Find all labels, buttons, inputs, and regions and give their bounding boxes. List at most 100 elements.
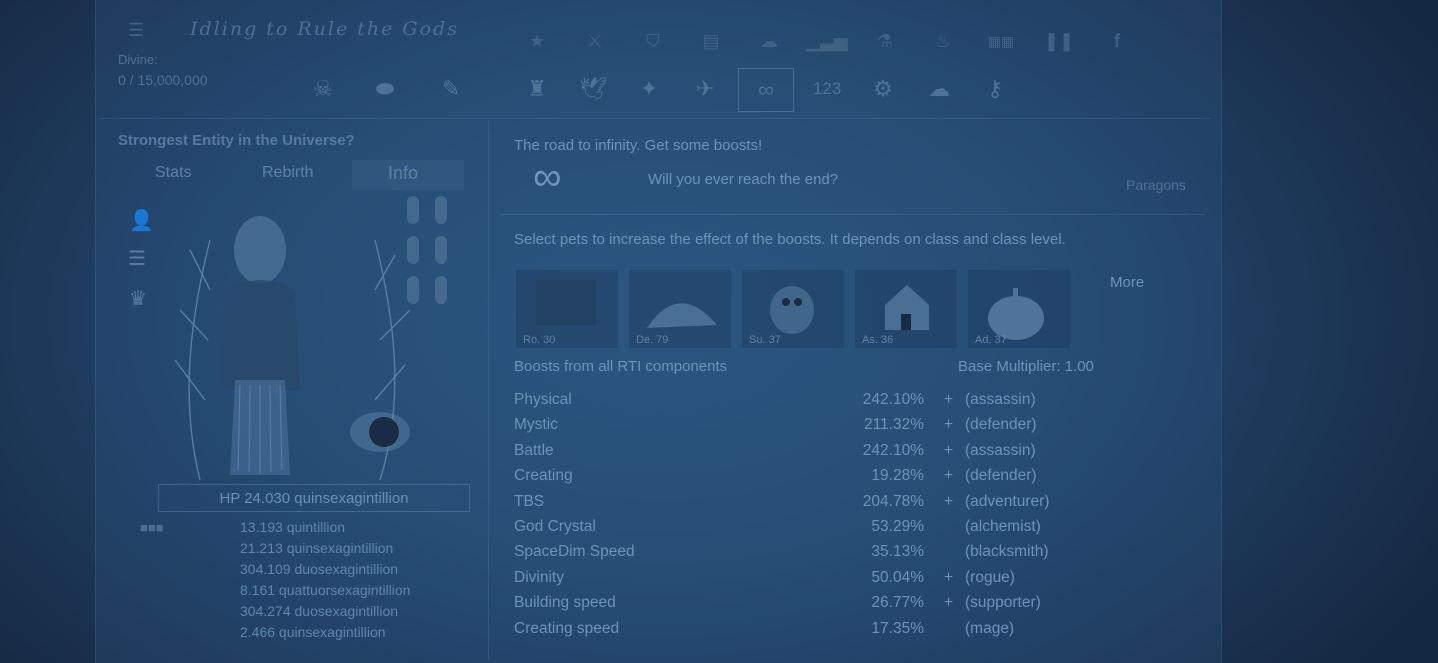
equipment-slot[interactable] <box>407 196 419 224</box>
pet-slot[interactable]: Su. 37 <box>742 270 844 348</box>
equipment-slot[interactable] <box>407 276 419 304</box>
tab-stats[interactable]: Stats <box>155 164 191 182</box>
stat-value: 21.213 quinsexagintillion <box>240 540 394 556</box>
boost-row: TBS 204.78% + (adventurer) <box>514 493 1074 518</box>
divine-value: 0 / 15,000,000 <box>118 72 208 88</box>
stat-value: 2.466 quinsexagintillion <box>240 624 386 640</box>
boost-name: Creating <box>514 467 573 484</box>
more-button[interactable]: More <box>1110 274 1144 291</box>
flame-icon[interactable]: ♨ <box>920 20 966 62</box>
stat-value: 13.193 quintillion <box>240 519 346 535</box>
scroll-icon[interactable]: ✎ <box>428 68 474 110</box>
boost-class: (blacksmith) <box>965 543 1049 560</box>
boost-value: 26.77% <box>871 594 924 611</box>
key-icon[interactable]: ⚷ <box>972 68 1018 110</box>
boost-class: (defender) <box>965 467 1037 484</box>
boost-row: Creating 19.28% + (defender) <box>514 467 1074 492</box>
rti-heading: The road to infinity. Get some boosts! <box>514 137 763 154</box>
boost-value: 242.10% <box>862 391 924 408</box>
equipment-slot[interactable] <box>435 196 447 224</box>
boost-class: (adventurer) <box>965 493 1050 510</box>
base-multiplier: Base Multiplier: 1.00 <box>958 358 1094 375</box>
rti-subheading: Will you ever reach the end? <box>648 171 839 188</box>
sword-icon[interactable]: ⚔ <box>572 20 618 62</box>
boost-class: (alchemist) <box>965 518 1041 535</box>
paragons-tab[interactable]: Paragons <box>1126 177 1186 193</box>
plane-icon[interactable]: ✈ <box>682 68 728 110</box>
boost-row: God Crystal 53.29% (alchemist) <box>514 518 1074 543</box>
stat-value: 304.109 duosexagintillion <box>240 561 399 577</box>
stat-label: ■■■ <box>140 520 164 535</box>
flask-icon[interactable]: ⚗ <box>862 20 908 62</box>
left-panel-title: Strongest Entity in the Universe? <box>118 132 355 149</box>
boost-row: Physical 242.10% + (assassin) <box>514 391 1074 416</box>
equipment-slot[interactable] <box>435 236 447 264</box>
divine-label: Divine: <box>118 52 158 67</box>
crown-icon[interactable]: ♛ <box>129 286 147 311</box>
boost-row: Mystic 211.32% + (defender) <box>514 416 1074 441</box>
boost-plus: + <box>944 569 954 586</box>
boost-plus: + <box>944 467 954 484</box>
castle-icon[interactable]: ♜ <box>514 68 560 110</box>
infinity-tab-icon[interactable]: ∞ <box>738 68 794 112</box>
pet-name: As. 36 <box>862 334 894 346</box>
boost-class: (defender) <box>965 416 1037 433</box>
cloud-icon[interactable]: ☁ <box>746 20 792 62</box>
boost-value: 204.78% <box>862 493 924 510</box>
facebook-icon[interactable]: f <box>1094 20 1140 62</box>
boost-class: (assassin) <box>965 442 1036 459</box>
boost-name: Physical <box>514 391 572 408</box>
pet-name: Ro. 30 <box>523 334 556 346</box>
pet-name: De. 79 <box>636 334 669 346</box>
stat-value: 8.161 quattuorsexagintillion <box>240 582 411 598</box>
boost-plus: + <box>944 594 954 611</box>
boost-name: Divinity <box>514 569 564 586</box>
equipment-slot[interactable] <box>407 236 419 264</box>
boost-row: Creating speed 17.35% (mage) <box>514 620 1074 645</box>
section-divider <box>500 214 1205 215</box>
boost-value: 211.32% <box>863 416 924 433</box>
cloud-upload-icon[interactable]: ☁ <box>916 68 962 110</box>
boost-plus: + <box>944 391 954 408</box>
boost-plus: + <box>944 493 954 510</box>
panel-divider <box>488 120 489 660</box>
ccs-icon[interactable]: ▦▦ <box>978 20 1024 62</box>
boost-name: Building speed <box>514 594 616 611</box>
equipment-slot[interactable] <box>435 276 447 304</box>
pet-slot[interactable]: As. 36 <box>855 270 957 348</box>
dragon-icon[interactable]: ✦ <box>626 68 672 110</box>
header-divider <box>100 118 1210 119</box>
boost-name: Battle <box>514 442 554 459</box>
boost-name: God Crystal <box>514 518 596 535</box>
boost-name: Creating speed <box>514 620 620 637</box>
boost-row: Divinity 50.04% + (rogue) <box>514 569 1074 594</box>
bird-icon[interactable]: 🕊 <box>570 68 616 110</box>
bar-chart-icon[interactable]: ▁▃▅ <box>804 20 850 62</box>
boost-class: (assassin) <box>965 391 1036 408</box>
tab-info[interactable]: Info <box>388 163 418 184</box>
numbers-icon[interactable]: 123 <box>804 68 850 110</box>
game-title: Idling to Rule the Gods <box>190 18 459 40</box>
document-icon[interactable]: ▤ <box>688 20 734 62</box>
gear-icon[interactable]: ⚙ <box>860 68 906 110</box>
boost-value: 53.29% <box>871 518 924 535</box>
equipment-slots <box>405 196 455 306</box>
pet-slot[interactable]: Ro. 30 <box>516 270 618 348</box>
boost-value: 17.35% <box>871 620 924 637</box>
pet-slot[interactable]: Ad. 37 <box>968 270 1070 348</box>
list-icon[interactable]: ☰ <box>128 246 146 271</box>
shield-icon[interactable]: ⛉ <box>630 20 676 62</box>
skull-icon[interactable]: ☠ <box>300 68 346 110</box>
boost-name: SpaceDim Speed <box>514 543 635 560</box>
pet-slot[interactable]: De. 79 <box>629 270 731 348</box>
boost-row: SpaceDim Speed 35.13% (blacksmith) <box>514 543 1074 568</box>
tab-rebirth[interactable]: Rebirth <box>262 164 314 182</box>
stone-icon[interactable]: ⬬ <box>362 68 408 110</box>
pet-name: Ad. 37 <box>975 334 1007 346</box>
pause-icon[interactable]: ❚❚ <box>1036 20 1082 62</box>
profile-icon[interactable]: 👤 <box>129 208 154 233</box>
boost-class: (supporter) <box>965 594 1041 611</box>
menu-icon[interactable]: ☰ <box>128 20 144 41</box>
star-icon[interactable]: ★ <box>514 20 560 62</box>
boost-value: 242.10% <box>862 442 924 459</box>
